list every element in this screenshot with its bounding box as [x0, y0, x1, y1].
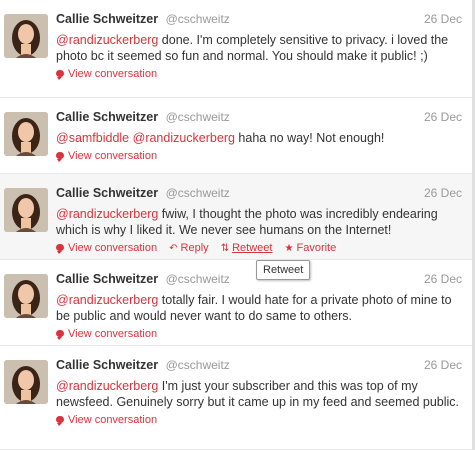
- conversation-icon: [56, 70, 64, 80]
- tweet-fullname[interactable]: Callie Schweitzer: [56, 12, 158, 26]
- conversation-icon: [56, 416, 64, 426]
- tweet-text: @randizuckerberg I'm just your subscribe…: [56, 378, 466, 410]
- avatar[interactable]: [4, 360, 48, 404]
- reply-icon: ↶: [169, 243, 178, 254]
- mention-link[interactable]: @randizuckerberg: [56, 379, 158, 393]
- view-conversation-link[interactable]: View conversation: [56, 241, 157, 255]
- retweet-icon: ⇅: [220, 243, 230, 254]
- tweet-timestamp[interactable]: 26 Dec: [424, 272, 462, 286]
- view-conversation-label: View conversation: [68, 414, 158, 426]
- tweet-body: haha no way! Not enough!: [234, 131, 385, 145]
- retweet-label: Retweet: [232, 242, 273, 254]
- tweet-username[interactable]: @cschweitz: [166, 358, 230, 372]
- tweet-timestamp[interactable]: 26 Dec: [424, 358, 462, 372]
- tweet-fullname[interactable]: Callie Schweitzer: [56, 272, 158, 286]
- mention-link[interactable]: @randizuckerberg: [56, 33, 158, 47]
- tweet-username[interactable]: @cschweitz: [166, 272, 230, 286]
- conversation-icon: [56, 244, 64, 254]
- mention-link[interactable]: @randizuckerberg: [133, 131, 235, 145]
- tweet-timestamp[interactable]: 26 Dec: [424, 12, 462, 26]
- tweet-username[interactable]: @cschweitz: [166, 110, 230, 124]
- view-conversation-label: View conversation: [68, 242, 158, 254]
- tweet-fullname[interactable]: Callie Schweitzer: [56, 110, 158, 124]
- tweet-item[interactable]: Callie Schweitzer @cschweitz 26 Dec @ran…: [0, 0, 472, 98]
- favorite-button[interactable]: ★ Favorite: [285, 241, 337, 256]
- tweet-item[interactable]: Callie Schweitzer @cschweitz 26 Dec @ran…: [0, 260, 472, 346]
- tweet-username[interactable]: @cschweitz: [166, 12, 230, 26]
- tweet-timestamp[interactable]: 26 Dec: [424, 110, 462, 124]
- tweet-item[interactable]: Callie Schweitzer @cschweitz 26 Dec @sam…: [0, 98, 472, 174]
- avatar[interactable]: [4, 112, 48, 156]
- mention-link[interactable]: @samfbiddle: [56, 131, 129, 145]
- avatar[interactable]: [4, 14, 48, 58]
- view-conversation-label: View conversation: [68, 150, 158, 162]
- conversation-icon: [56, 330, 64, 340]
- conversation-icon: [56, 152, 64, 162]
- retweet-tooltip: Retweet: [256, 260, 311, 280]
- tweet-timestamp[interactable]: 26 Dec: [424, 186, 462, 200]
- tweet-fullname[interactable]: Callie Schweitzer: [56, 186, 158, 200]
- tweet-username[interactable]: @cschweitz: [166, 186, 230, 200]
- reply-label: Reply: [180, 242, 209, 254]
- view-conversation-link[interactable]: View conversation: [56, 327, 157, 341]
- star-icon: ★: [284, 243, 294, 254]
- avatar[interactable]: [4, 188, 48, 232]
- favorite-label: Favorite: [296, 242, 337, 254]
- retweet-button[interactable]: ⇅ Retweet: [221, 241, 273, 256]
- view-conversation-label: View conversation: [68, 68, 158, 80]
- view-conversation-link[interactable]: View conversation: [56, 149, 157, 163]
- reply-button[interactable]: ↶ Reply: [169, 241, 209, 256]
- tweet-text: @randizuckerberg fwiw, I thought the pho…: [56, 206, 466, 238]
- tweet-item[interactable]: Callie Schweitzer @cschweitz 26 Dec @ran…: [0, 174, 472, 260]
- tweet-text: @randizuckerberg totally fair. I would h…: [56, 292, 466, 324]
- tweet-fullname[interactable]: Callie Schweitzer: [56, 358, 158, 372]
- avatar[interactable]: [4, 274, 48, 318]
- tweet-item[interactable]: Callie Schweitzer @cschweitz 26 Dec @ran…: [0, 346, 472, 450]
- tweet-timeline: Callie Schweitzer @cschweitz 26 Dec @ran…: [0, 0, 475, 450]
- mention-link[interactable]: @randizuckerberg: [56, 207, 158, 221]
- tweet-text: @randizuckerberg done. I'm completely se…: [56, 32, 466, 64]
- mention-link[interactable]: @randizuckerberg: [56, 293, 158, 307]
- tweet-text: @samfbiddle @randizuckerberg haha no way…: [56, 130, 466, 146]
- view-conversation-link[interactable]: View conversation: [56, 67, 157, 81]
- view-conversation-label: View conversation: [68, 328, 158, 340]
- view-conversation-link[interactable]: View conversation: [56, 413, 157, 427]
